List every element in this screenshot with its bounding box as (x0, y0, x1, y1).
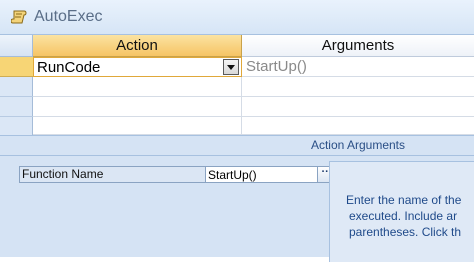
help-line: Enter the name of the (346, 193, 462, 207)
action-cell[interactable] (33, 77, 242, 97)
column-header-arguments[interactable]: Arguments (242, 35, 474, 57)
action-arguments-panel: Action Arguments Function Name ··· Enter… (0, 135, 474, 262)
action-cell[interactable]: RunCode (33, 57, 242, 77)
help-line: parentheses. Click th (349, 225, 462, 239)
row-selector[interactable] (0, 117, 33, 137)
column-header-action[interactable]: Action (33, 35, 242, 57)
macro-grid: Action Arguments RunCode StartUp() (0, 35, 474, 137)
help-text: Enter the name of the executed. Include … (346, 192, 474, 240)
title-bar: AutoExec (0, 0, 474, 35)
arguments-cell[interactable] (242, 77, 474, 97)
action-cell[interactable] (33, 97, 242, 117)
help-line: executed. Include ar (349, 209, 458, 223)
arguments-cell[interactable]: StartUp() (242, 57, 474, 77)
arguments-cell[interactable] (242, 117, 474, 135)
function-name-field[interactable] (206, 166, 318, 183)
function-name-label: Function Name (19, 166, 206, 183)
arguments-cell[interactable] (242, 97, 474, 117)
row-selector[interactable] (0, 57, 33, 77)
macro-scroll-icon (11, 10, 27, 24)
action-cell[interactable] (33, 117, 242, 135)
row-selector[interactable] (0, 97, 33, 117)
chevron-down-icon[interactable] (223, 59, 239, 75)
help-clip: Enter the name of the executed. Include … (329, 136, 474, 258)
select-all-corner[interactable] (0, 35, 33, 57)
function-name-row: Function Name ··· (19, 166, 337, 183)
window-title: AutoExec (34, 8, 103, 25)
row-selector[interactable] (0, 77, 33, 97)
action-value: RunCode (37, 59, 101, 76)
